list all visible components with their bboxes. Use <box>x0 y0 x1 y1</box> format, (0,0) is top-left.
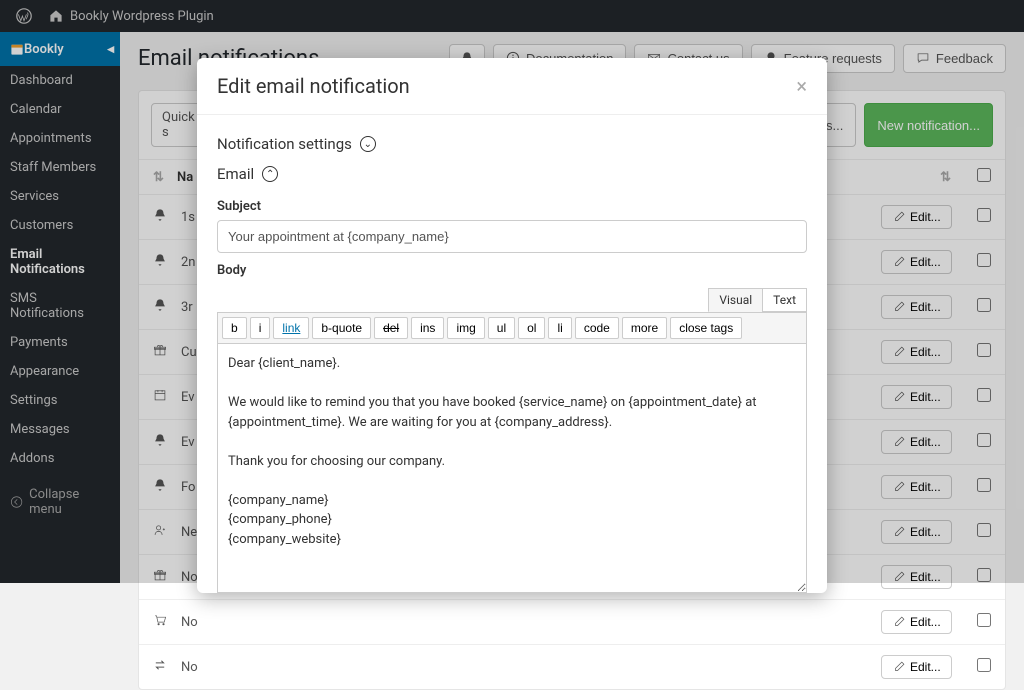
row-checkbox[interactable] <box>977 613 991 627</box>
notification-settings-toggle[interactable]: Notification settings ⌄ <box>217 129 807 159</box>
edit-button[interactable]: Edit... <box>881 655 952 679</box>
swap-icon <box>153 658 181 676</box>
close-icon[interactable]: × <box>796 74 807 98</box>
chevron-down-icon: ⌄ <box>360 136 376 152</box>
subject-label: Subject <box>217 199 807 214</box>
toolbar-b[interactable]: b <box>222 317 247 339</box>
email-section-toggle[interactable]: Email ⌃ <box>217 159 807 189</box>
editor-toolbar: bilinkb-quotedelinsimgulollicodemoreclos… <box>217 312 807 343</box>
cart-icon <box>153 613 181 631</box>
toolbar-code[interactable]: code <box>575 317 619 339</box>
pencil-icon <box>892 660 906 674</box>
toolbar-li[interactable]: li <box>548 317 571 339</box>
table-row: NoEdit... <box>139 599 1005 644</box>
edit-notification-modal: Edit email notification × Notification s… <box>197 58 827 593</box>
modal-header: Edit email notification × <box>197 58 827 115</box>
toolbar-b-quote[interactable]: b-quote <box>312 317 371 339</box>
modal-title: Edit email notification <box>217 74 796 98</box>
row-checkbox[interactable] <box>977 658 991 672</box>
subject-input[interactable] <box>217 220 807 253</box>
toolbar-ul[interactable]: ul <box>488 317 515 339</box>
chevron-up-icon: ⌃ <box>262 166 278 182</box>
toolbar-more[interactable]: more <box>622 317 667 339</box>
edit-button[interactable]: Edit... <box>881 610 952 634</box>
toolbar-link[interactable]: link <box>273 317 309 339</box>
toolbar-ol[interactable]: ol <box>518 317 545 339</box>
toolbar-del[interactable]: del <box>374 317 408 339</box>
table-row: NoEdit... <box>139 644 1005 689</box>
body-label: Body <box>217 263 807 278</box>
toolbar-img[interactable]: img <box>447 317 484 339</box>
row-name: No <box>181 660 881 675</box>
toolbar-close-tags[interactable]: close tags <box>670 317 742 339</box>
row-name: No <box>181 615 881 630</box>
toolbar-ins[interactable]: ins <box>411 317 444 339</box>
body-textarea[interactable] <box>217 343 807 593</box>
pencil-icon <box>892 615 906 629</box>
toolbar-i[interactable]: i <box>250 317 271 339</box>
tab-text[interactable]: Text <box>762 288 807 312</box>
tab-visual[interactable]: Visual <box>708 288 762 312</box>
